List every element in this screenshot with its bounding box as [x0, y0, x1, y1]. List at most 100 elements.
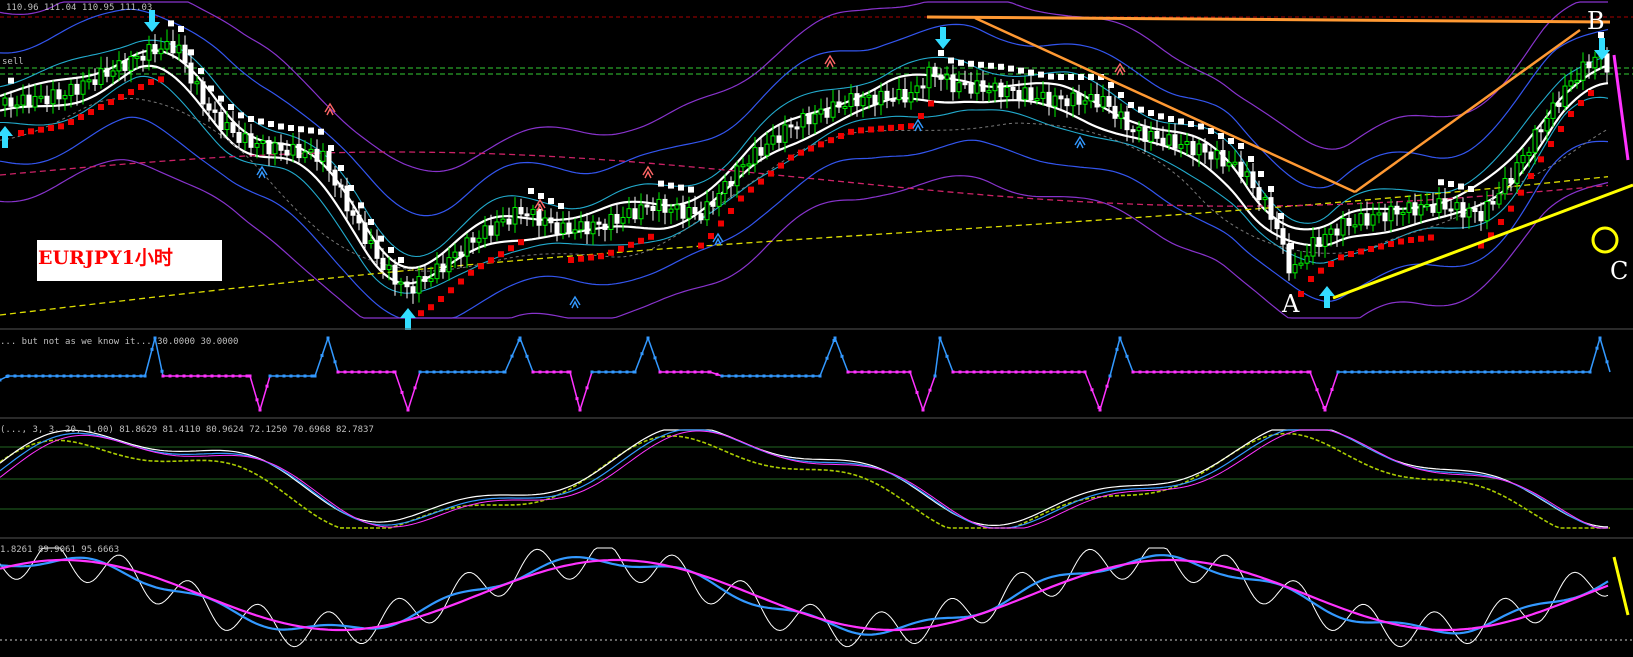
candle-body: [482, 225, 488, 239]
step-line-dot: [1532, 370, 1536, 374]
candle-body: [188, 62, 194, 84]
red-stop-marker: [598, 253, 604, 260]
step-line-segment: [259, 375, 271, 411]
red-stop-marker: [1378, 243, 1384, 250]
candle-body: [86, 79, 92, 83]
red-stop-marker: [78, 114, 84, 120]
step-line-dot: [265, 384, 269, 388]
step-line-dot: [320, 354, 324, 358]
stoch-main-line: [0, 429, 1609, 528]
step-line-dot: [125, 374, 129, 378]
candle-body: [494, 221, 500, 236]
red-stop-marker: [578, 255, 584, 262]
candle-body: [758, 147, 764, 156]
candle-body: [308, 148, 314, 153]
step-line-dot: [503, 370, 507, 374]
candle-body: [890, 98, 896, 102]
red-stop-marker: [628, 241, 634, 248]
step-line-dot: [282, 374, 286, 378]
step-line-dot: [1070, 370, 1074, 374]
candle-body: [1130, 129, 1136, 133]
red-stop-marker: [898, 124, 904, 130]
candle-body: [338, 184, 344, 188]
candle-body: [1406, 202, 1412, 213]
candle-body: [1382, 212, 1388, 222]
step-line-dot: [217, 374, 221, 378]
candle-body: [1124, 111, 1130, 131]
red-stop-marker: [1508, 205, 1514, 212]
step-line-dot: [1201, 370, 1205, 374]
candle-body: [1184, 141, 1190, 145]
candle-body: [614, 213, 620, 224]
candle-body: [818, 108, 824, 115]
step-line-dot: [418, 370, 422, 374]
red-stop-marker: [1338, 254, 1344, 261]
white-stop-marker: [1248, 156, 1254, 162]
step-line-dot: [488, 370, 492, 374]
candle-body: [278, 142, 284, 151]
step-line-dot: [1598, 336, 1602, 340]
candle-body: [1316, 237, 1322, 247]
candle-body: [1274, 218, 1280, 230]
red-stop-marker: [878, 125, 884, 132]
step-line-dot: [1299, 370, 1303, 374]
step-line-segment: [922, 375, 936, 411]
candle-body: [422, 276, 428, 282]
red-stop-marker: [728, 208, 734, 214]
candle-body: [1220, 150, 1226, 167]
red-stop-marker: [1528, 173, 1534, 179]
candle-body: [1580, 61, 1586, 81]
white-stop-marker: [988, 62, 994, 69]
step-line-dot: [255, 398, 259, 402]
step-line-dot: [1194, 370, 1198, 374]
step-line-dot: [1125, 354, 1129, 358]
step-line-dot: [343, 370, 347, 374]
step-line-dot: [867, 370, 871, 374]
candle-body: [554, 222, 560, 234]
step-line-dot: [357, 370, 361, 374]
step-line-dot: [1504, 370, 1508, 374]
red-stop-marker: [1548, 141, 1554, 147]
white-stop-marker: [548, 198, 554, 204]
step-line-dot: [1250, 370, 1254, 374]
step-line-dot: [289, 374, 293, 378]
step-line-dot: [210, 374, 214, 378]
red-stop-marker: [418, 310, 424, 317]
red-stop-marker: [1398, 238, 1404, 245]
step-line-dot: [708, 370, 712, 374]
red-stop-marker: [488, 257, 494, 264]
step-line-dot: [6, 374, 10, 378]
red-stop-marker: [128, 89, 134, 95]
candle-body: [1022, 87, 1028, 100]
candle-body: [860, 96, 866, 107]
candle-body: [380, 257, 386, 271]
candle-body: [566, 222, 572, 234]
yellow-circle-marker: [1591, 226, 1619, 254]
white-stop-marker: [198, 68, 204, 74]
red-stop-marker: [138, 84, 144, 90]
candle-body: [56, 89, 62, 100]
red-stop-marker: [858, 127, 864, 134]
step-line-dot: [1420, 370, 1424, 374]
step-line-dot: [895, 370, 899, 374]
step-line-dot: [425, 370, 429, 374]
candle-body: [812, 113, 818, 125]
white-stop-marker: [278, 123, 284, 130]
chart-canvas[interactable]: [0, 0, 1633, 657]
step-line-dot: [139, 374, 143, 378]
white-stop-marker: [998, 63, 1004, 70]
red-stop-marker: [648, 233, 654, 240]
white-stop-marker: [1008, 65, 1014, 72]
white-stop-marker: [1138, 106, 1144, 113]
step-line-dot: [965, 370, 969, 374]
step-line-dot: [481, 370, 485, 374]
red-stop-marker: [1428, 234, 1434, 241]
candle-body: [284, 149, 290, 156]
step-line-dot: [182, 374, 186, 378]
red-stop-marker: [468, 269, 474, 276]
white-stop-marker: [1178, 118, 1184, 125]
step-line-dot: [811, 374, 815, 378]
step-line-dot: [881, 370, 885, 374]
step-line-dot: [1108, 374, 1112, 378]
step-line-dot: [840, 354, 844, 358]
